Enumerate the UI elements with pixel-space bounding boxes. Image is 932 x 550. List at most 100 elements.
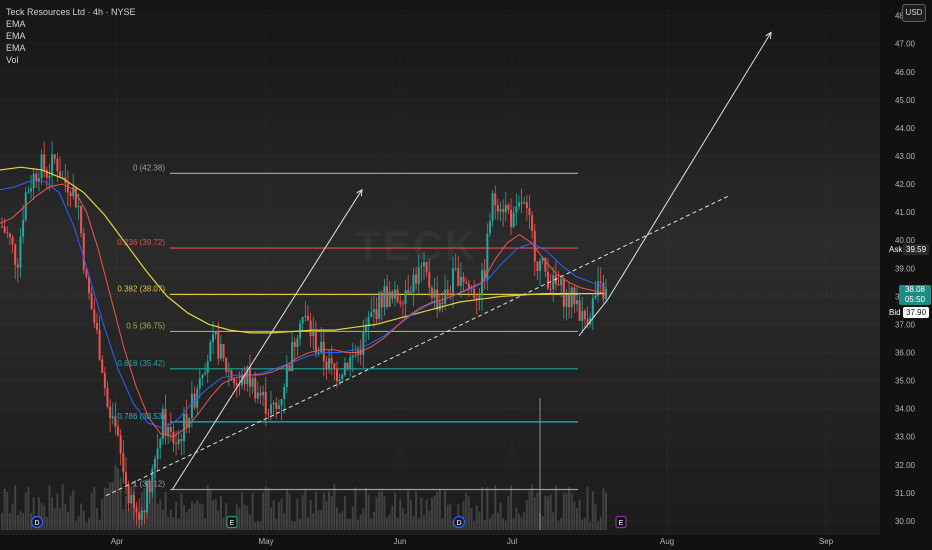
event-badge[interactable]: E <box>226 515 238 529</box>
candle-body <box>409 292 412 294</box>
volume-bar <box>114 465 117 530</box>
candle-body <box>428 272 431 288</box>
candle-body <box>230 370 233 379</box>
candle-body <box>444 289 447 304</box>
volume-bar <box>56 493 59 530</box>
candle-body <box>275 402 278 409</box>
candle-body <box>8 233 11 238</box>
time-tick-label: May <box>258 537 273 546</box>
volume-bar <box>409 499 412 530</box>
volume-bar <box>589 521 592 530</box>
volume-bar <box>3 488 6 530</box>
time-axis[interactable]: Apr May Jun Jul Aug Sep <box>0 535 880 550</box>
chart-root[interactable]: 0 (42.38) 0.236 (39.72) 0.382 (38.07) 0.5 (… <box>0 0 932 550</box>
event-badge[interactable]: D <box>452 515 466 529</box>
candle-body <box>430 287 433 298</box>
candle-body <box>53 154 56 159</box>
volume-bar <box>8 513 11 530</box>
price-axis[interactable]: 48.0047.0046.0045.0044.0043.0042.0041.00… <box>880 0 932 550</box>
volume-bar <box>16 514 19 530</box>
indicator-volume[interactable]: Vol <box>6 54 136 66</box>
last-price-box: 38.08 05:50 <box>899 285 931 305</box>
candle-body <box>504 204 507 213</box>
candle-body <box>452 268 455 294</box>
currency-button[interactable]: USD <box>902 4 926 22</box>
candle-body <box>280 398 283 406</box>
volume-bar <box>599 516 602 530</box>
candle-body <box>552 275 555 290</box>
candle-body <box>386 286 389 307</box>
volume-bar <box>291 521 294 530</box>
candle-body <box>214 331 217 335</box>
candle-body <box>370 312 373 318</box>
volume-bar <box>320 510 323 530</box>
candle-body <box>309 320 312 336</box>
candle-body <box>436 289 439 310</box>
volume-bar <box>357 519 360 530</box>
volume-bar <box>196 500 199 530</box>
volume-bar <box>568 487 571 530</box>
candle-body <box>291 341 294 372</box>
candle-body <box>43 154 46 171</box>
volume-bar <box>478 511 481 530</box>
candle-body <box>412 274 415 293</box>
candle-body <box>256 392 259 399</box>
candle-body <box>491 193 494 222</box>
volume-bar <box>93 486 96 530</box>
candle-body <box>175 443 178 445</box>
volume-bar <box>272 500 275 530</box>
indicator-ema-2[interactable]: EMA <box>6 30 136 42</box>
chart-canvas[interactable]: 0 (42.38)0.236 (39.72)0.382 (38.07)0.5 (… <box>0 0 932 550</box>
volume-spike <box>539 398 541 530</box>
volume-bar <box>586 486 589 530</box>
volume-bar <box>283 512 286 530</box>
volume-bar <box>270 507 273 530</box>
volume-bar <box>430 497 433 530</box>
candle-body <box>341 374 344 380</box>
candle-body <box>277 405 280 409</box>
volume-bar <box>517 513 520 530</box>
volume-bar <box>238 508 241 530</box>
volume-bar <box>159 499 162 530</box>
symbol-title[interactable]: Teck Resources Ltd · 4h · NYSE <box>6 6 136 18</box>
candle-body <box>306 315 309 321</box>
fib-level-label: 0.618 (35.42) <box>117 359 165 368</box>
measured-move-arrow <box>171 190 362 491</box>
candle-body <box>22 219 25 237</box>
volume-bar <box>349 519 352 530</box>
volume-bar <box>246 506 249 530</box>
candle-body <box>459 276 462 287</box>
volume-bar <box>127 509 130 530</box>
candle-body <box>562 278 565 307</box>
volume-bar <box>45 516 48 530</box>
event-badge[interactable]: D <box>30 515 44 529</box>
candle-body <box>222 344 225 359</box>
volume-bar <box>111 482 114 530</box>
candle-body <box>328 358 331 369</box>
candle-body <box>235 383 238 386</box>
candle-body <box>404 290 407 305</box>
candle-body <box>399 301 402 304</box>
volume-bar <box>85 521 88 530</box>
candle-body <box>304 315 307 318</box>
volume-bar <box>22 513 25 530</box>
candle-body <box>159 439 162 449</box>
volume-bar <box>161 509 164 530</box>
event-badge[interactable]: E <box>615 515 627 529</box>
volume-bar <box>362 508 365 530</box>
volume-bar <box>354 487 357 530</box>
candle-body <box>177 439 180 444</box>
volume-bar <box>43 505 46 530</box>
volume-bar <box>74 521 77 530</box>
candle-body <box>380 292 383 308</box>
volume-bar <box>72 490 75 530</box>
candle-body <box>146 480 149 513</box>
volume-bar <box>391 505 394 530</box>
indicator-ema-3[interactable]: EMA <box>6 42 136 54</box>
candle-body <box>56 158 59 172</box>
indicator-ema-1[interactable]: EMA <box>6 18 136 30</box>
candle-body <box>499 209 502 212</box>
volume-bar <box>103 487 106 530</box>
volume-bar <box>130 501 133 530</box>
candle-body <box>98 329 101 360</box>
